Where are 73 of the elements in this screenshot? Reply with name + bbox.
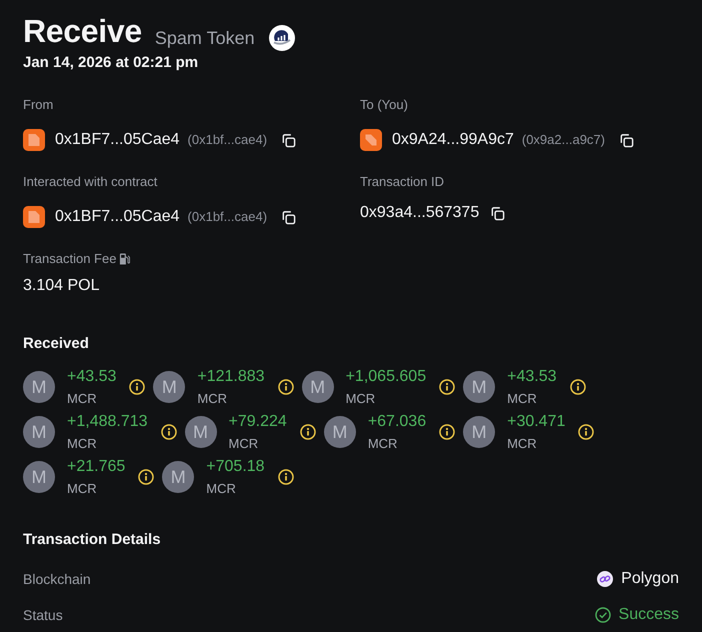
info-icon[interactable]	[278, 469, 294, 485]
transaction-id-text: 0x93a4...567375	[360, 203, 480, 223]
token-amount: +43.53	[507, 367, 556, 387]
copy-icon[interactable]	[618, 132, 634, 148]
short-address-text: (0x9a2...a9c7)	[522, 131, 605, 149]
copy-icon[interactable]	[281, 210, 296, 224]
token-avatar: M	[324, 416, 356, 448]
token-amount: +30.471	[507, 412, 566, 432]
short-address-text: (0x1bf...cae4)	[188, 131, 268, 149]
info-icon[interactable]	[578, 424, 594, 440]
token-avatar: M	[153, 371, 186, 403]
token-amount: +79.224	[228, 412, 287, 432]
detail-label: Blockchain	[23, 571, 91, 587]
address-text: 0x1BF7...05Cae4	[55, 130, 180, 150]
short-address-text: (0x1bf...cae4)	[188, 208, 268, 226]
token-avatar: M	[162, 461, 194, 493]
token-avatar: M	[23, 461, 55, 493]
fuel-pump-icon	[119, 253, 130, 265]
section-heading: Received	[23, 334, 89, 354]
token-symbol: MCR	[67, 391, 98, 407]
field-label: To (You)	[360, 96, 408, 114]
field-label: Transaction Fee	[23, 250, 116, 268]
token-symbol: MCR	[206, 481, 237, 497]
token-avatar: M	[302, 371, 334, 403]
network-name: Polygon	[621, 569, 679, 589]
token-symbol: MCR	[197, 391, 228, 407]
token-avatar: M	[23, 416, 55, 448]
info-icon[interactable]	[278, 379, 294, 395]
token-amount: +1,065.605	[346, 367, 426, 387]
token-amount: +43.53	[67, 367, 116, 387]
copy-icon[interactable]	[281, 132, 296, 148]
field-label: From	[23, 96, 54, 114]
fee-amount: 3.104 POL	[23, 276, 100, 296]
info-icon[interactable]	[439, 379, 456, 395]
status-text: Success	[618, 605, 679, 625]
info-icon[interactable]	[160, 424, 177, 440]
info-icon[interactable]	[439, 424, 456, 440]
bar-chart-logo-icon	[268, 25, 295, 51]
copy-icon[interactable]	[490, 206, 506, 220]
section-heading: Transaction Details	[23, 530, 161, 550]
detail-label: Status	[23, 607, 63, 623]
address-text: 0x1BF7...05Cae4	[55, 207, 180, 227]
address-text: 0x9A24...99A9c7	[392, 130, 514, 150]
info-icon[interactable]	[138, 469, 154, 485]
token-amount: +21.765	[67, 457, 126, 477]
info-icon[interactable]	[300, 424, 316, 440]
check-circle-icon	[594, 607, 611, 623]
token-amount: +121.883	[197, 367, 265, 387]
transaction-date: Jan 14, 2026 at 02:21 pm	[23, 53, 198, 73]
token-amount: +67.036	[368, 412, 426, 432]
page-title: Receive	[23, 12, 142, 50]
chain-link-icon	[597, 571, 614, 587]
token-avatar: M	[23, 371, 55, 403]
address-avatar-icon	[23, 206, 45, 228]
token-symbol: MCR	[67, 481, 98, 497]
token-avatar: M	[184, 416, 217, 448]
field-label: Interacted with contract	[23, 173, 158, 191]
info-icon[interactable]	[129, 379, 146, 395]
token-symbol: MCR	[67, 436, 98, 452]
address-avatar-icon	[23, 129, 45, 151]
token-amount: +1,488.713	[67, 412, 148, 432]
token-symbol: MCR	[228, 436, 260, 452]
token-amount: +705.18	[206, 457, 265, 477]
token-name: Spam Token	[154, 27, 255, 49]
info-icon[interactable]	[570, 379, 586, 395]
address-avatar-icon	[360, 129, 382, 151]
token-symbol: MCR	[368, 436, 398, 452]
token-avatar: M	[463, 371, 496, 403]
token-avatar: M	[463, 416, 496, 448]
token-symbol: MCR	[507, 391, 538, 407]
field-label: Transaction ID	[360, 173, 444, 191]
token-symbol: MCR	[346, 391, 376, 407]
token-symbol: MCR	[507, 436, 538, 452]
